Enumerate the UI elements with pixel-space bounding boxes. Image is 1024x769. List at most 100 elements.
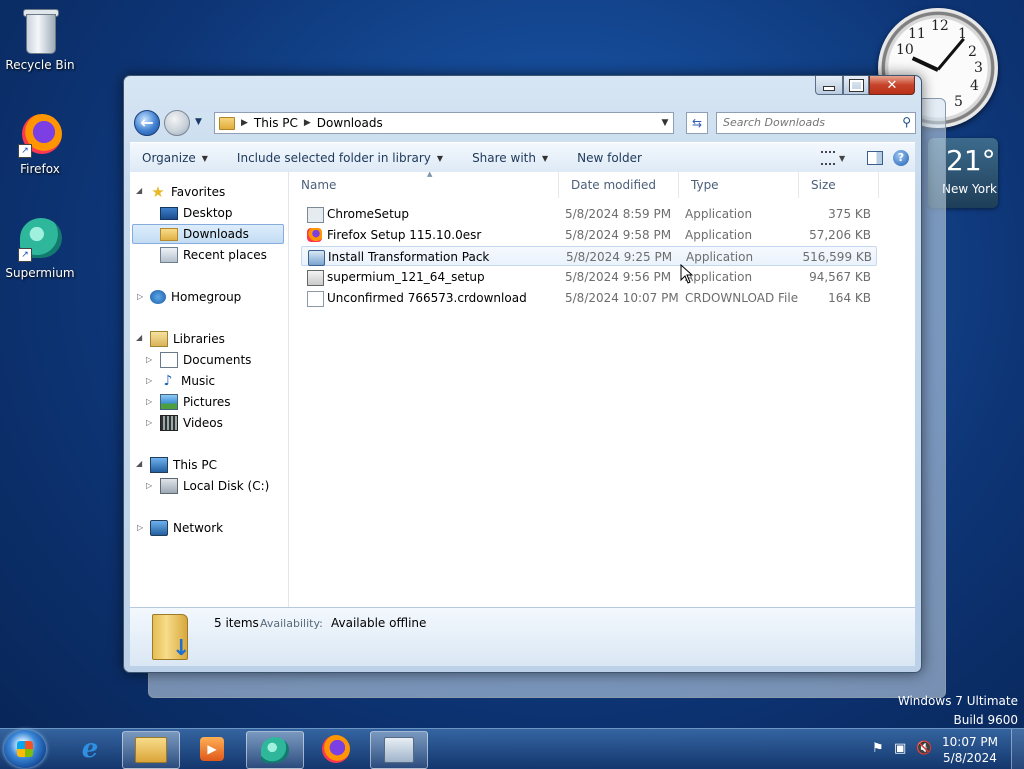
new-folder-button[interactable]: New folder	[557, 151, 651, 165]
share-with-button[interactable]: Share with ▼	[452, 151, 557, 165]
taskbar-supermium[interactable]	[246, 731, 304, 769]
back-button[interactable]: ←	[134, 110, 160, 136]
change-view-button[interactable]: ▼	[815, 149, 857, 167]
preview-pane-button[interactable]	[867, 151, 883, 165]
refresh-button[interactable]: ⇆	[686, 112, 708, 134]
taskbar: e ▶ ⚑ ▣ 🔇 10:07 PM 5/8/2024	[0, 728, 1024, 769]
file-name: Firefox Setup 115.10.0esr	[327, 228, 482, 242]
firefox-setup-icon	[307, 228, 322, 242]
expand-icon[interactable]: ▷	[137, 523, 143, 532]
chevron-down-icon: ▼	[839, 153, 846, 163]
os-watermark: Windows 7 Ultimate Build 9600	[898, 692, 1018, 730]
taskbar-file-explorer[interactable]	[122, 731, 180, 769]
chevron-down-icon: ▼	[541, 153, 549, 163]
desktop-icon-firefox[interactable]: ↗ Firefox	[0, 110, 80, 176]
search-input[interactable]	[717, 113, 893, 131]
column-date-modified[interactable]: Date modified	[559, 172, 679, 198]
new-folder-label: New folder	[577, 151, 642, 165]
nav-label: Recent places	[183, 248, 267, 262]
column-label: Type	[691, 178, 719, 192]
taskbar-date: 5/8/2024	[943, 751, 997, 765]
nav-this-pc[interactable]: This PC	[150, 455, 217, 475]
control-panel-icon	[384, 737, 414, 763]
collapse-icon[interactable]: ◢	[136, 186, 142, 195]
nav-videos[interactable]: Videos	[160, 413, 223, 433]
recent-pages-dropdown[interactable]: ▼	[195, 117, 202, 127]
column-type[interactable]: Type	[679, 172, 799, 198]
show-desktop-button[interactable]	[1011, 729, 1024, 769]
network-tray-icon[interactable]: ▣	[894, 741, 906, 756]
collapse-icon[interactable]: ◢	[136, 459, 142, 468]
nav-homegroup[interactable]: Homegroup	[150, 287, 241, 307]
search-icon[interactable]: ⚲	[902, 115, 911, 129]
breadcrumb-downloads[interactable]: Downloads	[317, 116, 383, 130]
taskbar-media-player[interactable]: ▶	[184, 731, 240, 767]
collapse-icon[interactable]: ◢	[136, 333, 142, 342]
expand-icon[interactable]: ▷	[146, 481, 152, 490]
videos-icon	[160, 415, 178, 431]
mouse-cursor-icon	[680, 264, 694, 284]
back-arrow-icon: ←	[140, 113, 154, 132]
column-label: Size	[811, 178, 836, 192]
action-center-flag-icon[interactable]: ⚑	[872, 741, 884, 756]
volume-muted-icon[interactable]: 🔇	[916, 741, 932, 756]
table-row[interactable]: Unconfirmed 766573.crdownload 5/8/2024 1…	[301, 288, 877, 308]
table-row[interactable]: supermium_121_64_setup 5/8/2024 9:56 PM …	[301, 267, 877, 287]
desktop-icon-supermium[interactable]: ↗ Supermium	[0, 214, 80, 280]
expand-icon[interactable]: ▷	[146, 376, 152, 385]
organize-label: Organize	[142, 151, 196, 165]
address-bar[interactable]: ▶ This PC ▶ Downloads ▼	[214, 112, 674, 134]
taskbar-internet-explorer[interactable]: e	[62, 731, 118, 767]
clock-number: 12	[931, 18, 949, 34]
nav-libraries[interactable]: Libraries	[150, 329, 225, 349]
file-icon	[307, 291, 324, 307]
taskbar-control-panel[interactable]	[370, 731, 428, 769]
address-dropdown-icon[interactable]: ▼	[657, 118, 673, 128]
expand-icon[interactable]: ▷	[146, 397, 152, 406]
file-type: Application	[685, 228, 753, 242]
minimize-button[interactable]	[815, 76, 843, 95]
nav-documents[interactable]: Documents	[160, 350, 251, 370]
expand-icon[interactable]: ▷	[137, 292, 143, 301]
table-row[interactable]: Firefox Setup 115.10.0esr 5/8/2024 9:58 …	[301, 225, 877, 245]
taskbar-clock[interactable]: 10:07 PM 5/8/2024	[942, 734, 998, 766]
taskbar-firefox[interactable]	[308, 731, 364, 767]
nav-desktop[interactable]: Desktop	[160, 203, 233, 223]
windows-logo-icon	[17, 741, 33, 757]
nav-music[interactable]: ♪ Music	[160, 371, 216, 391]
close-button[interactable]: ✕	[869, 76, 915, 95]
nav-network[interactable]: Network	[150, 518, 223, 538]
nav-local-disk[interactable]: Local Disk (C:)	[160, 476, 269, 496]
nav-label: Network	[173, 521, 224, 535]
column-size[interactable]: Size	[799, 172, 879, 198]
breadcrumb-arrow-icon[interactable]: ▶	[304, 118, 311, 128]
nav-pictures[interactable]: Pictures	[160, 392, 231, 412]
nav-label: Local Disk (C:)	[183, 479, 270, 493]
organize-button[interactable]: Organize ▼	[130, 151, 217, 165]
table-row[interactable]: Install Transformation Pack 5/8/2024 9:2…	[301, 246, 877, 266]
star-icon: ★	[151, 183, 165, 201]
help-button[interactable]: ?	[893, 150, 909, 166]
maximize-button[interactable]	[843, 76, 869, 95]
nav-favorites[interactable]: ★ Favorites	[150, 182, 225, 202]
table-row[interactable]: ChromeSetup 5/8/2024 8:59 PM Application…	[301, 204, 877, 224]
forward-button[interactable]	[164, 110, 190, 136]
clock-number: 5	[954, 94, 963, 110]
column-name[interactable]: Name	[289, 172, 559, 198]
search-box[interactable]: ⚲	[716, 112, 916, 134]
file-date: 5/8/2024 9:56 PM	[565, 270, 672, 284]
nav-recent-places[interactable]: Recent places	[160, 245, 267, 265]
supermium-icon: ↗	[16, 214, 64, 262]
file-date: 5/8/2024 9:58 PM	[565, 228, 672, 242]
nav-downloads[interactable]: Downloads	[132, 224, 284, 244]
chrome-setup-icon	[307, 207, 324, 223]
include-in-library-button[interactable]: Include selected folder in library ▼	[217, 151, 452, 165]
clock-number: 3	[974, 60, 983, 76]
expand-icon[interactable]: ▷	[146, 355, 152, 364]
start-button[interactable]	[4, 730, 46, 768]
breadcrumb-this-pc[interactable]: This PC	[254, 116, 298, 130]
file-date: 5/8/2024 10:07 PM	[565, 291, 679, 305]
desktop-icon-recycle-bin[interactable]: Recycle Bin	[0, 6, 80, 72]
breadcrumb-arrow-icon[interactable]: ▶	[241, 118, 248, 128]
expand-icon[interactable]: ▷	[146, 418, 152, 427]
